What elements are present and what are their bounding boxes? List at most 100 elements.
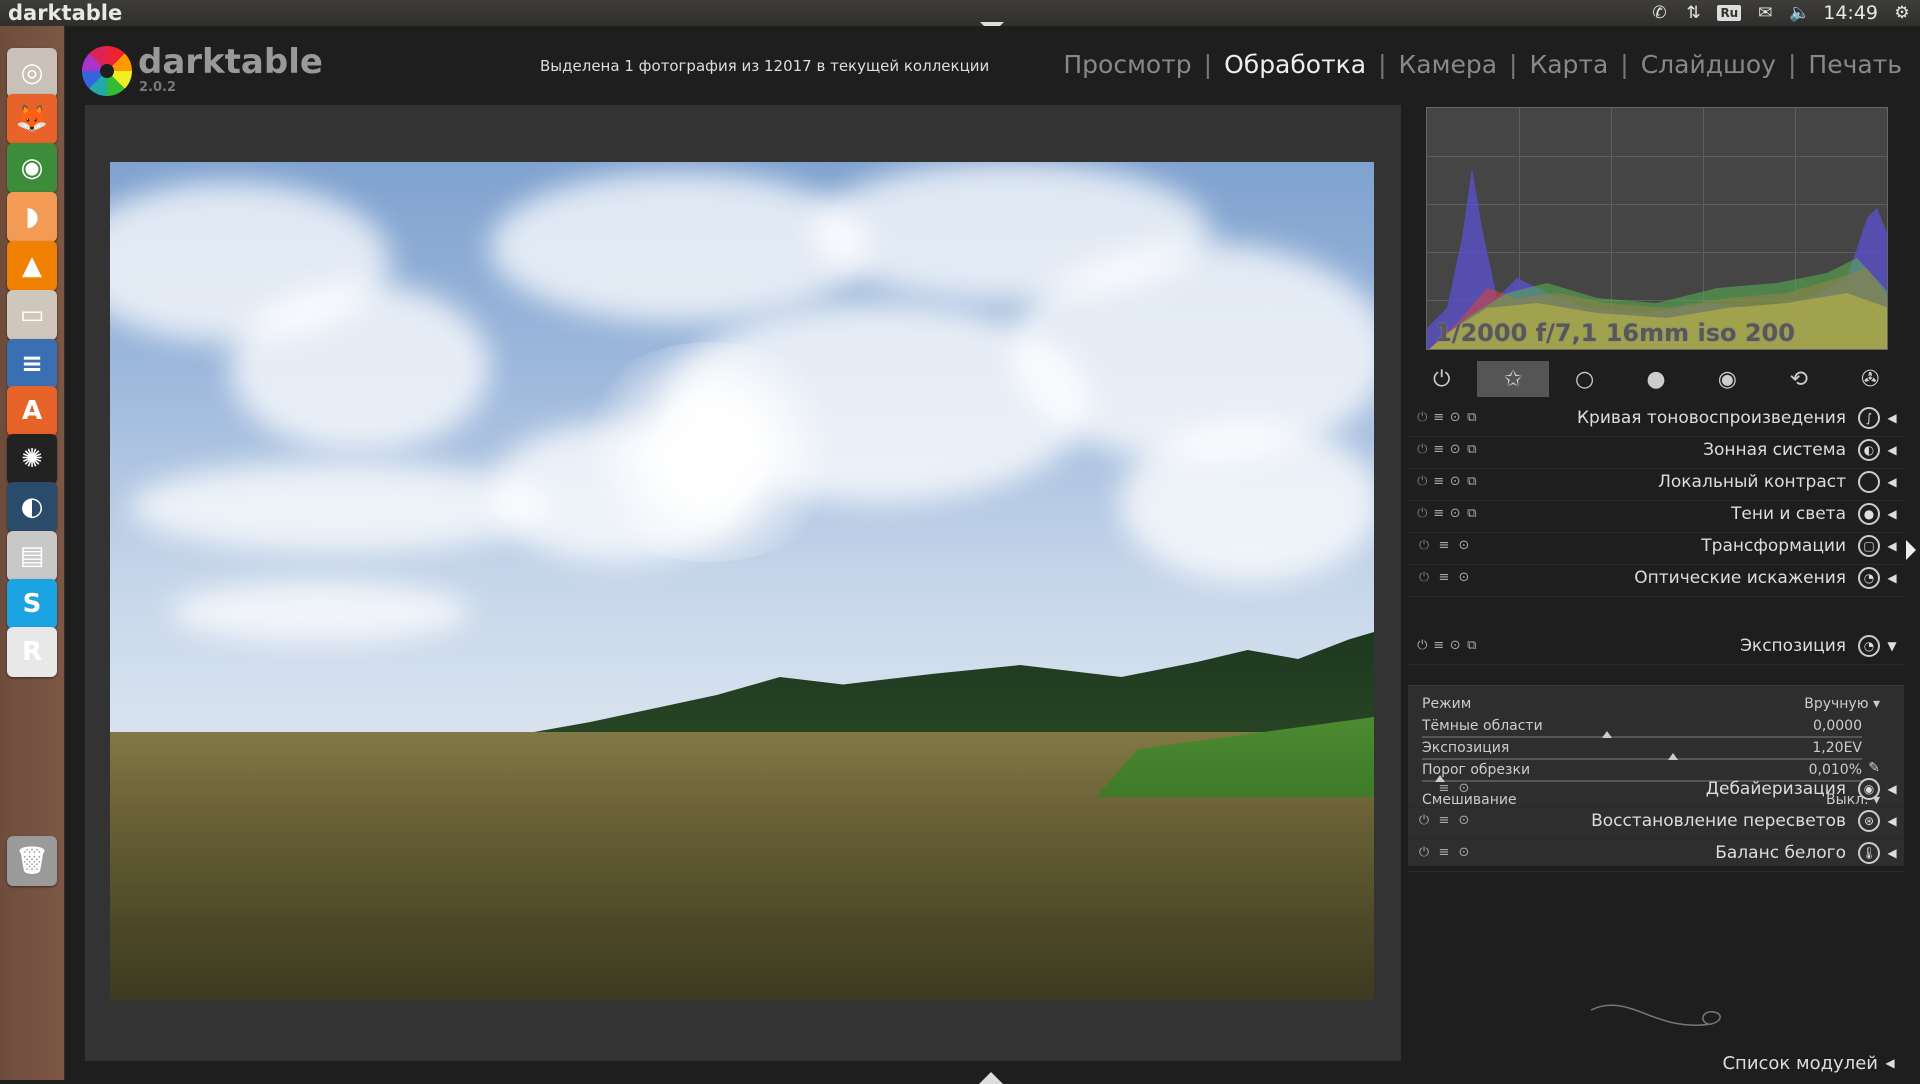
color-group-icon[interactable]: ◉ xyxy=(1692,361,1763,397)
favorites-group-icon[interactable]: ✩ xyxy=(1477,361,1549,397)
network-icon[interactable]: ⇅ xyxy=(1683,3,1703,23)
presets-icon[interactable]: ≡ xyxy=(1433,638,1446,653)
reset-icon[interactable]: ⊙ xyxy=(1449,442,1462,457)
power-icon[interactable]: ⏻ xyxy=(1416,410,1429,425)
expand-arrow-icon[interactable]: ◀ xyxy=(1880,539,1904,553)
view-tab-1[interactable]: Обработка xyxy=(1224,50,1366,79)
phone-icon[interactable]: ✆ xyxy=(1649,3,1669,23)
view-tab-4[interactable]: Слайдшоу xyxy=(1641,50,1776,79)
view-tab-2[interactable]: Камера xyxy=(1399,50,1498,79)
slider-knob[interactable] xyxy=(1667,753,1678,760)
view-tab-0[interactable]: Просмотр xyxy=(1063,50,1191,79)
view-tab-5[interactable]: Печать xyxy=(1808,50,1902,79)
mode-combobox[interactable]: Режим Вручную ▾ xyxy=(1422,694,1880,718)
presets-icon[interactable]: ≡ xyxy=(1436,570,1452,585)
presets-icon[interactable]: ≡ xyxy=(1436,845,1452,860)
keyboard-layout-indicator[interactable]: Ru xyxy=(1717,5,1742,21)
photo-preview[interactable] xyxy=(110,162,1374,1000)
histogram[interactable]: 1/2000 f/7,1 16mm iso 200 xyxy=(1426,107,1888,350)
multi-instance-icon[interactable]: ⧉ xyxy=(1466,410,1479,425)
module-header[interactable]: ⏻ ≡ ⊙ Баланс белого 🌡 ◀ xyxy=(1408,834,1904,872)
power-icon[interactable]: ⏻ xyxy=(1416,474,1429,489)
module-icon: ◉ xyxy=(1858,777,1880,800)
presets-icon[interactable]: ≡ xyxy=(1436,538,1452,553)
launcher-peach-icon[interactable]: ◗ xyxy=(7,192,57,242)
gear-icon[interactable]: ⚙ xyxy=(1892,3,1912,23)
power-icon[interactable]: ⏻ xyxy=(1416,538,1432,553)
power-icon[interactable]: ⏻ xyxy=(1416,638,1429,653)
launcher-vlc-icon[interactable]: ▲ xyxy=(7,241,57,291)
presets-icon[interactable]: ≡ xyxy=(1433,442,1446,457)
module-exposure-header[interactable]: ⏻ ≡ ⊙ ⧉ Экспозиция ◔ ▼ xyxy=(1408,627,1904,665)
launcher-software-center-icon[interactable]: A xyxy=(7,386,57,436)
spacer-icon[interactable] xyxy=(1416,781,1432,796)
expand-arrow-icon[interactable]: ◀ xyxy=(1880,846,1904,860)
correct-group-icon[interactable]: ⟲ xyxy=(1763,361,1834,397)
view-separator: | xyxy=(1203,50,1213,79)
active-group-icon[interactable]: ⏻ xyxy=(1406,361,1477,397)
launcher-trash-icon[interactable]: 🗑 xyxy=(7,836,57,886)
exposure-slider[interactable]: Экспозиция 1,20EV xyxy=(1422,738,1880,762)
reset-icon[interactable]: ⊙ xyxy=(1449,506,1462,521)
reset-icon[interactable]: ⊙ xyxy=(1456,538,1472,553)
multi-instance-icon[interactable]: ⧉ xyxy=(1466,506,1479,521)
volume-icon[interactable]: 🔈 xyxy=(1789,3,1810,23)
launcher-scanner-icon[interactable]: ▤ xyxy=(7,531,57,581)
expand-arrow-icon[interactable]: ◀ xyxy=(1880,411,1904,425)
effects-group-icon[interactable]: ✇ xyxy=(1835,361,1906,397)
launcher-darktable-icon[interactable]: ✺ xyxy=(7,434,57,484)
expand-arrow-icon[interactable]: ◀ xyxy=(1880,782,1904,796)
right-panel-toggle-arrow[interactable] xyxy=(1906,540,1916,560)
launcher-writer-icon[interactable]: ≡ xyxy=(7,339,57,389)
launcher-steam-icon[interactable]: ◐ xyxy=(7,482,57,532)
power-icon[interactable]: ⏻ xyxy=(1416,442,1429,457)
reset-icon[interactable]: ⊙ xyxy=(1456,813,1472,828)
collapse-arrow-icon[interactable]: ▼ xyxy=(1880,639,1904,653)
expand-arrow-icon[interactable]: ◀ xyxy=(1880,507,1904,521)
reset-icon[interactable]: ⊙ xyxy=(1449,474,1462,489)
module-header[interactable]: ⏻ ≡ ⊙ Оптические искажения ◔ ◀ xyxy=(1408,559,1904,597)
launcher-ubuntu-home-icon[interactable]: ◎ xyxy=(7,48,57,98)
multi-instance-icon[interactable]: ⧉ xyxy=(1466,474,1479,489)
mail-icon[interactable]: ✉ xyxy=(1755,3,1775,23)
expand-arrow-icon[interactable]: ◀ xyxy=(1880,443,1904,457)
reset-icon[interactable]: ⊙ xyxy=(1449,410,1462,425)
multi-instance-icon[interactable]: ⧉ xyxy=(1466,638,1479,653)
app-name: darktable xyxy=(138,42,323,82)
view-separator: | xyxy=(1509,50,1518,79)
view-tab-3[interactable]: Карта xyxy=(1529,50,1608,79)
slider-knob[interactable] xyxy=(1601,731,1612,738)
tone-group-icon[interactable]: ● xyxy=(1620,361,1691,397)
presets-icon[interactable]: ≡ xyxy=(1436,781,1452,796)
launcher-firefox-icon[interactable]: 🦊 xyxy=(7,94,57,144)
exposure-label: Экспозиция xyxy=(1422,740,1510,756)
reset-icon[interactable]: ⊙ xyxy=(1456,845,1472,860)
bottom-panel-toggle-arrow[interactable] xyxy=(979,1072,1003,1084)
basic-group-icon[interactable]: ○ xyxy=(1549,361,1620,397)
reset-icon[interactable]: ⊙ xyxy=(1449,638,1462,653)
presets-icon[interactable]: ≡ xyxy=(1433,506,1446,521)
launcher-chrome-icon[interactable]: ◉ xyxy=(7,143,57,193)
multi-instance-icon[interactable]: ⧉ xyxy=(1466,442,1479,457)
module-list-expander[interactable]: Список модулей ◀ xyxy=(1406,1048,1902,1078)
launcher-rcmdr-icon[interactable]: R xyxy=(7,627,57,677)
power-icon[interactable]: ⏻ xyxy=(1416,570,1432,585)
presets-icon[interactable]: ≡ xyxy=(1433,410,1446,425)
expand-arrow-icon[interactable]: ◀ xyxy=(1880,571,1904,585)
reset-icon[interactable]: ⊙ xyxy=(1456,781,1472,796)
reset-icon[interactable]: ⊙ xyxy=(1456,570,1472,585)
module-name: Баланс белого xyxy=(1715,842,1846,863)
power-icon[interactable]: ⏻ xyxy=(1416,845,1432,860)
presets-icon[interactable]: ≡ xyxy=(1436,813,1452,828)
launcher-files-icon[interactable]: ▭ xyxy=(7,290,57,340)
right-panel: 1/2000 f/7,1 16mm iso 200 ⏻ ✩ ○ ● ◉ ⟲ ✇ ⏻ ≡ ⊙ … xyxy=(1406,105,1906,1080)
expand-arrow-icon[interactable]: ◀ xyxy=(1880,475,1904,489)
expand-arrow-icon[interactable]: ◀ xyxy=(1880,814,1904,828)
clock[interactable]: 14:49 xyxy=(1823,2,1878,24)
launcher-skype-icon[interactable]: S xyxy=(7,579,57,629)
photo-sun xyxy=(570,342,850,562)
power-icon[interactable]: ⏻ xyxy=(1416,506,1429,521)
power-icon[interactable]: ⏻ xyxy=(1416,813,1432,828)
presets-icon[interactable]: ≡ xyxy=(1433,474,1446,489)
black-level-slider[interactable]: Тёмные области 0,0000 xyxy=(1422,716,1880,740)
